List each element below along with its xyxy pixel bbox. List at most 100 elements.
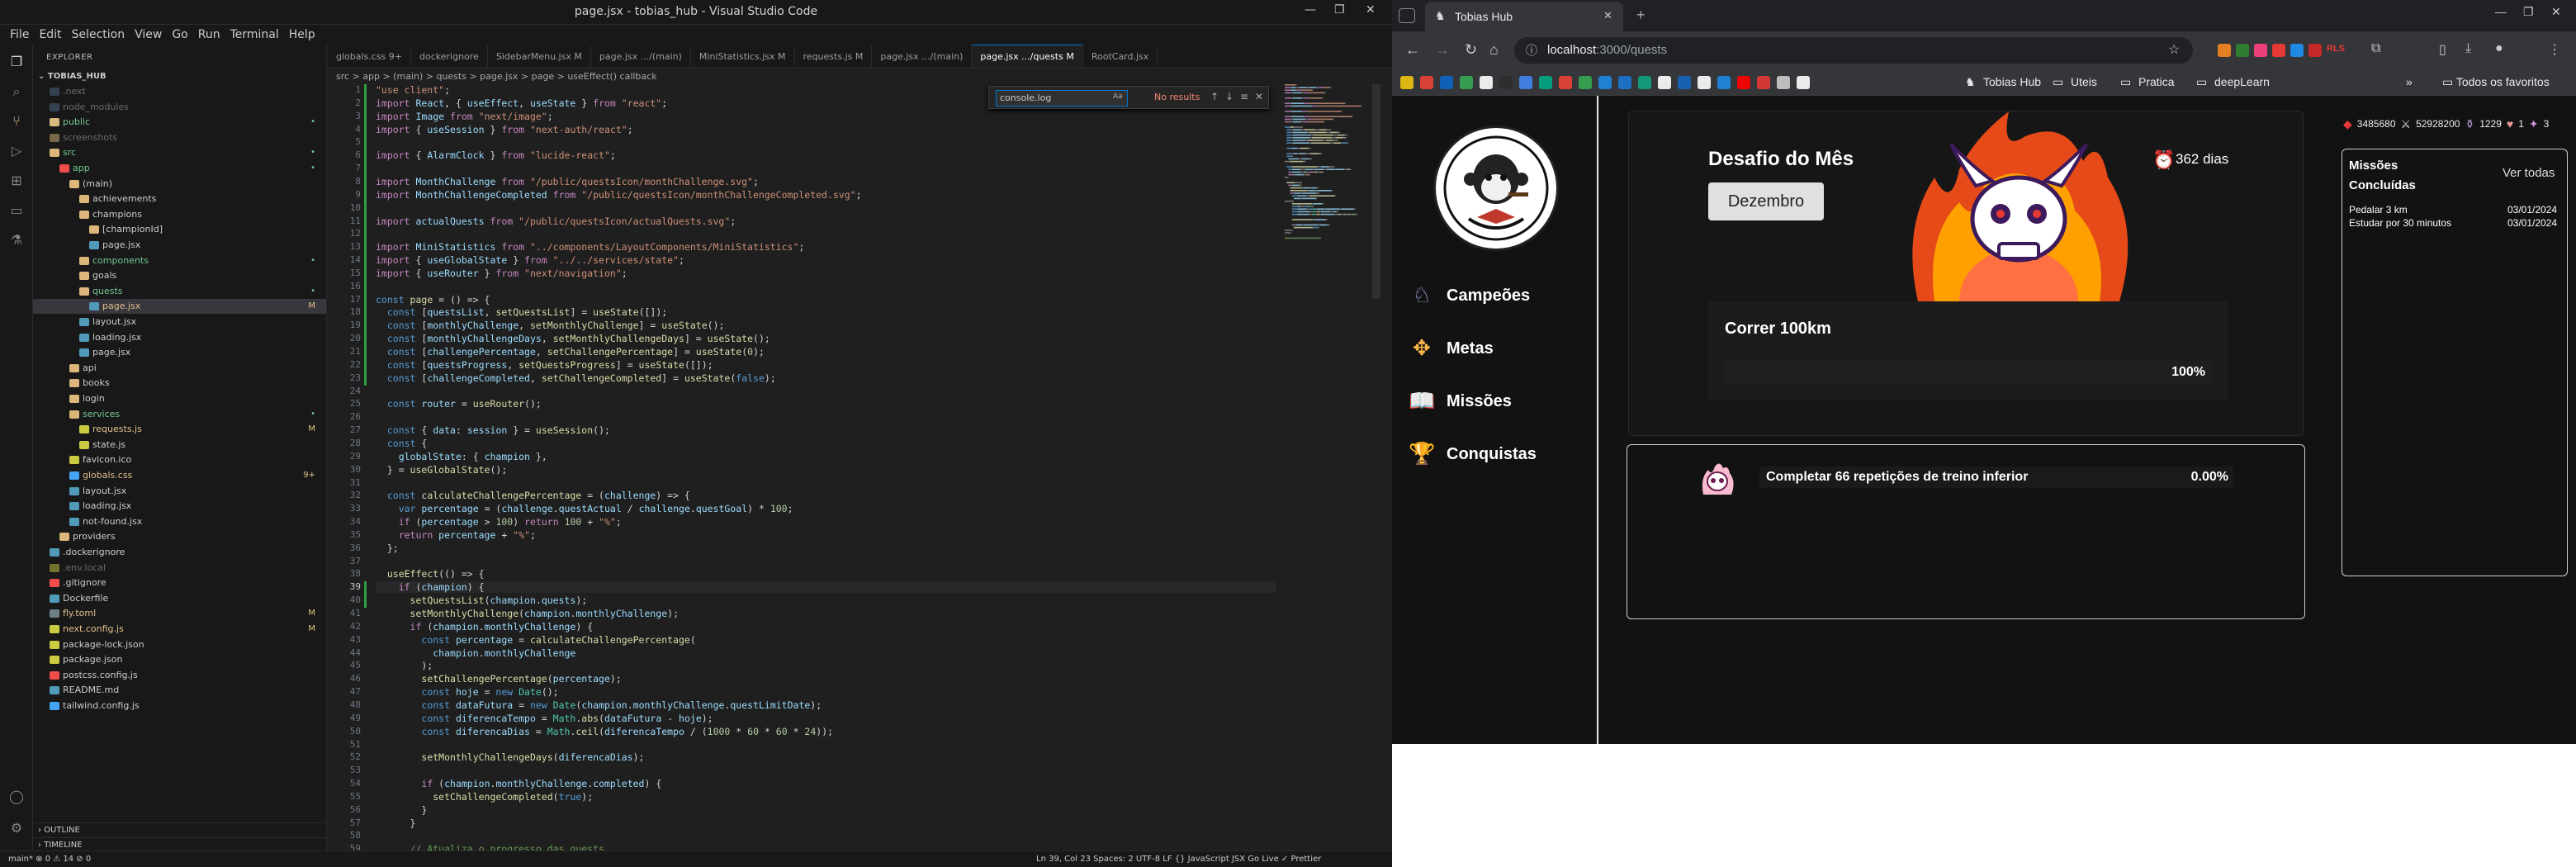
editor-tab[interactable]: MiniStatistics.jsx M: [691, 45, 795, 67]
restore-icon[interactable]: ❐: [2523, 5, 2534, 19]
bookmark-icon[interactable]: [1658, 76, 1671, 89]
profile-icon[interactable]: ●: [2495, 41, 2503, 56]
tree-item[interactable]: loading.jsx: [33, 330, 326, 345]
minimap[interactable]: [1281, 84, 1372, 481]
bookmark-icon[interactable]: [1737, 76, 1750, 89]
tree-item[interactable]: Dockerfile: [33, 591, 326, 606]
code-line[interactable]: const dataFutura = new Date(champion.mon…: [376, 699, 822, 711]
tree-item[interactable]: README.md: [33, 683, 326, 698]
code-line[interactable]: if (champion.monthlyChallenge.completed)…: [376, 778, 661, 789]
tree-item[interactable]: page.jsx: [33, 345, 326, 360]
menu-icon[interactable]: ⋮: [2548, 41, 2561, 58]
code-line[interactable]: if (champion.monthlyChallenge) {: [376, 621, 594, 632]
code-line[interactable]: import actualQuests from "/public/quests…: [376, 216, 736, 227]
bookmark-icon[interactable]: [1678, 76, 1691, 89]
extension-icon[interactable]: [2272, 44, 2285, 57]
code-line[interactable]: champion.monthlyChallenge: [376, 647, 575, 659]
bookmark-icon[interactable]: [1519, 76, 1532, 89]
code-line[interactable]: const [challengeCompleted, setChallengeC…: [376, 372, 776, 384]
tree-item[interactable]: layout.jsx: [33, 315, 326, 329]
bookmark-icon[interactable]: [1440, 76, 1453, 89]
code-line[interactable]: } = useGlobalState();: [376, 464, 507, 476]
reload-icon[interactable]: ↻: [1465, 41, 1477, 59]
menu-item[interactable]: View: [130, 28, 167, 41]
code-line[interactable]: if (champion) {: [376, 581, 1276, 594]
download-icon[interactable]: ⤓: [2465, 41, 2471, 56]
bookmark-icon[interactable]: [1777, 76, 1790, 89]
code-line[interactable]: setMonthlyChallenge(champion.monthlyChal…: [376, 608, 679, 619]
tree-item[interactable]: .env.local: [33, 561, 326, 576]
code-line[interactable]: setChallengePercentage(percentage);: [376, 673, 621, 685]
code-line[interactable]: }: [376, 804, 427, 816]
new-tab-icon[interactable]: +: [1636, 7, 1646, 24]
code-line[interactable]: var percentage = (challenge.questActual …: [376, 503, 793, 514]
code-line[interactable]: import { useSession } from "next-auth/re…: [376, 124, 633, 135]
minimize-icon[interactable]: —: [1305, 3, 1316, 17]
status-left[interactable]: main* ⊗ 0 ⚠ 14 ⊘ 0: [8, 851, 91, 867]
code-line[interactable]: import MonthChallengeCompleted from "/pu…: [376, 189, 862, 201]
menu-item[interactable]: Terminal: [225, 28, 284, 41]
remote-icon[interactable]: ▭: [7, 201, 26, 220]
code-line[interactable]: const diferencaTempo = Math.abs(dataFutu…: [376, 713, 713, 724]
source-control-icon[interactable]: ⑂: [7, 112, 26, 130]
tree-item[interactable]: node_modules: [33, 100, 326, 115]
extension-icon[interactable]: [2308, 44, 2322, 57]
editor-tab[interactable]: page.jsx .../quests M: [972, 45, 1083, 67]
tree-item[interactable]: app •: [33, 161, 326, 176]
bookmark-icon[interactable]: [1579, 76, 1592, 89]
code-line[interactable]: import { AlarmClock } from "lucide-react…: [376, 149, 616, 161]
extension-icon[interactable]: [2254, 44, 2267, 57]
code-line[interactable]: setMonthlyChallengeDays(diferencaDias);: [376, 751, 644, 763]
bookmark-icon[interactable]: [1618, 76, 1631, 89]
extensions-icon[interactable]: ⊞: [7, 172, 26, 190]
testing-icon[interactable]: ⚗: [7, 231, 26, 249]
menu-item[interactable]: Run: [193, 28, 225, 41]
tree-item[interactable]: not-found.jsx: [33, 514, 326, 529]
editor-scrollbar[interactable]: [1372, 84, 1380, 299]
code-line[interactable]: }: [376, 817, 416, 829]
close-icon[interactable]: ✕: [1366, 3, 1376, 17]
bookmark-icon[interactable]: [1539, 76, 1552, 89]
tree-item[interactable]: package-lock.json: [33, 637, 326, 652]
code-line[interactable]: return percentage + "%";: [376, 529, 536, 541]
tree-item[interactable]: goals: [33, 268, 326, 283]
tree-item[interactable]: achievements: [33, 192, 326, 206]
browser-tab[interactable]: ♞ Tobias Hub ✕: [1425, 2, 1623, 31]
editor-tab[interactable]: SidebarMenu.jsx M: [488, 45, 591, 67]
tree-item[interactable]: services •: [33, 407, 326, 422]
menu-item[interactable]: Selection: [67, 28, 130, 41]
tree-item[interactable]: components •: [33, 253, 326, 268]
bookmark-item[interactable]: Tobias Hub: [1983, 75, 2041, 88]
code-editor[interactable]: 1 "use client"; 2 import React, { useEffect…: [328, 84, 1277, 855]
breadcrumb[interactable]: src > app > (main) > quests > page.jsx >…: [336, 69, 657, 84]
nav-item-metas[interactable]: ✥ Metas: [1409, 330, 1494, 367]
home-icon[interactable]: ⌂: [1489, 41, 1499, 59]
code-line[interactable]: setChallengeCompleted(true);: [376, 791, 593, 803]
code-line[interactable]: if (percentage > 100) return 100 + "%";: [376, 516, 622, 528]
sidebar-icon[interactable]: ▯: [2439, 41, 2446, 58]
code-line[interactable]: "use client";: [376, 84, 450, 96]
bookmark-icon[interactable]: [1638, 76, 1651, 89]
tree-item[interactable]: .dockerignore: [33, 545, 326, 560]
address-bar[interactable]: ⓘ localhost:3000/quests ☆: [1514, 37, 2193, 64]
extension-icon[interactable]: [2290, 44, 2304, 57]
search-icon[interactable]: ⌕: [7, 83, 26, 101]
tree-item[interactable]: login: [33, 391, 326, 406]
code-line[interactable]: const {: [376, 438, 427, 449]
code-line[interactable]: import MiniStatistics from "../component…: [376, 241, 804, 253]
tree-item[interactable]: globals.css 9+: [33, 468, 326, 483]
tab-search-icon[interactable]: [1399, 8, 1415, 23]
code-line[interactable]: const [questsList, setQuestsList] = useS…: [376, 306, 667, 318]
code-line[interactable]: const [monthlyChallenge, setMonthlyChall…: [376, 320, 725, 331]
tree-item[interactable]: favicon.ico: [33, 452, 326, 467]
menu-item[interactable]: Help: [284, 28, 320, 41]
tree-item[interactable]: state.js: [33, 438, 326, 452]
tree-item[interactable]: requests.js M: [33, 422, 326, 437]
menu-item[interactable]: File: [5, 28, 34, 41]
bookmark-star-icon[interactable]: ☆: [2168, 37, 2180, 64]
tree-item[interactable]: public •: [33, 115, 326, 130]
site-info-icon[interactable]: ⓘ: [1526, 37, 1537, 64]
editor-tab[interactable]: requests.js M: [795, 45, 873, 67]
code-line[interactable]: };: [376, 542, 399, 554]
tree-item[interactable]: page.jsx M: [33, 299, 326, 315]
